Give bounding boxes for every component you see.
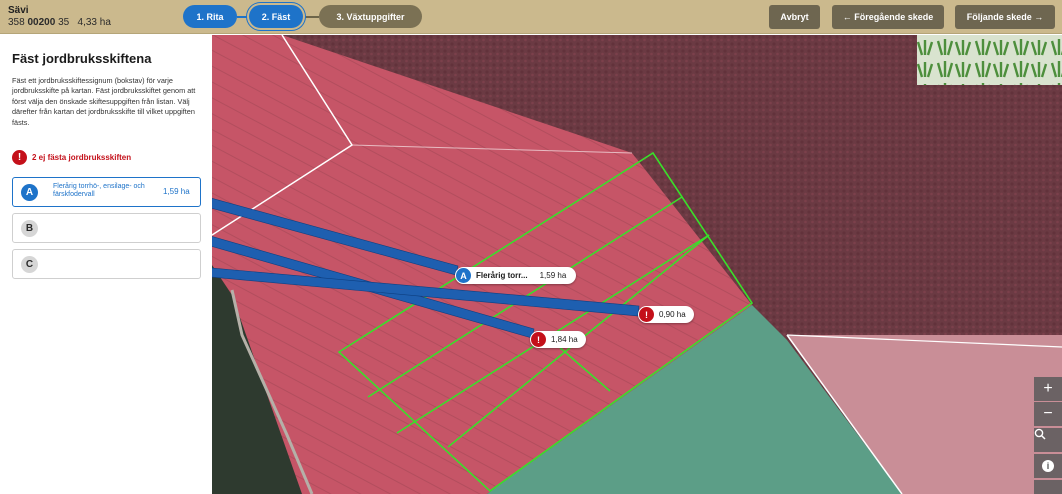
farm-info: 358 00200 35 4,33 ha [8, 17, 111, 28]
step-crop-info[interactable]: 3. Växtuppgifter [319, 5, 422, 28]
unattached-warning: ! 2 ej fästa jordbruksskiften [12, 150, 131, 165]
farm-code-prefix: 358 [8, 17, 25, 28]
map-area: 1,59 ha [539, 271, 567, 280]
cancel-button[interactable]: Avbryt [769, 5, 820, 29]
zoom-out-button[interactable]: − [1034, 402, 1062, 426]
map-area: 0,90 ha [659, 310, 686, 319]
farm-name: Sävi [8, 5, 29, 16]
search-icon [1034, 428, 1046, 440]
step-connector [303, 16, 319, 18]
panel-instructions: Fäst ett jordbruksskiftessignum (bokstav… [12, 76, 196, 127]
field-card-c[interactable]: C [12, 249, 201, 279]
letter-badge-a: A [21, 184, 38, 201]
crop-plants [917, 35, 1062, 85]
letter-badge-a: A [456, 268, 471, 283]
map-label-unattached[interactable]: ! 1,84 ha [530, 331, 586, 348]
field-card-b[interactable]: B [12, 213, 201, 243]
warning-text: 2 ej fästa jordbruksskiften [32, 153, 132, 162]
zoom-in-button[interactable]: + [1034, 377, 1062, 401]
panel-title: Fäst jordbruksskiftena [12, 51, 152, 66]
map-view[interactable]: A Flerårig torr... 1,59 ha ! 0,90 ha ! 1… [212, 35, 1062, 494]
search-button[interactable] [1034, 428, 1062, 452]
top-bar: Sävi 358 00200 35 4,33 ha 1. Rita 2. Fäs… [0, 0, 1062, 34]
app-window: Sävi 358 00200 35 4,33 ha 1. Rita 2. Fäs… [0, 0, 1062, 494]
warning-icon: ! [12, 150, 27, 165]
farm-code-bold: 002 [27, 17, 45, 28]
step-attach[interactable]: 2. Fäst [249, 5, 303, 28]
side-panel: Fäst jordbruksskiftena Fäst ett jordbruk… [0, 35, 212, 494]
step-connector [237, 16, 249, 18]
farm-area: 4,33 ha [77, 17, 111, 28]
step-draw[interactable]: 1. Rita [183, 5, 237, 28]
more-tools-button[interactable] [1034, 480, 1062, 494]
info-icon: i [1042, 460, 1054, 472]
letter-badge-b: B [21, 220, 38, 237]
map-label-a[interactable]: A Flerårig torr... 1,59 ha [455, 267, 576, 284]
farm-code-suffix: 35 [58, 17, 70, 28]
farm-code-bold-2: 00 [44, 17, 56, 28]
field-card-a[interactable]: A Flerårig torrhö-, ensilage- och färskf… [12, 177, 201, 207]
previous-step-button[interactable]: ← Föregående skede [832, 5, 944, 29]
warning-icon: ! [531, 332, 546, 347]
map-label-unattached[interactable]: ! 0,90 ha [638, 306, 694, 323]
satellite-map [212, 35, 1062, 494]
map-crop-name: Flerårig torr... [476, 271, 528, 280]
map-area: 1,84 ha [551, 335, 578, 344]
info-button[interactable]: i [1034, 454, 1062, 478]
letter-badge-c: C [21, 256, 38, 273]
warning-icon: ! [639, 307, 654, 322]
next-step-button[interactable]: Följande skede → [955, 5, 1055, 29]
card-area: 1,59 ha [163, 187, 190, 196]
card-crop-name: Flerårig torrhö-, ensilage- och färskfod… [53, 183, 145, 198]
